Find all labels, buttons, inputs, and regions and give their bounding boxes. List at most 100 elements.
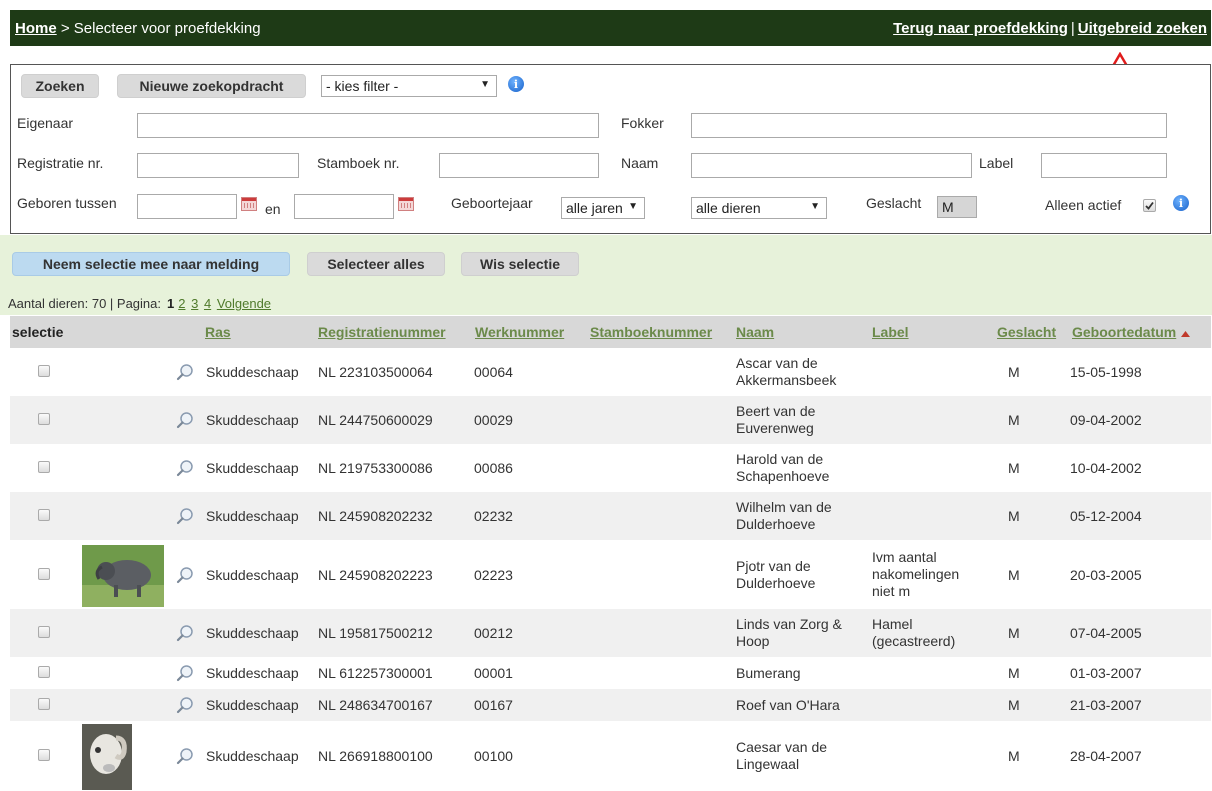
- table-row[interactable]: Skuddeschaap NL 244750600029 00029 Beert va…: [10, 396, 1211, 444]
- work-number-cell: 02232: [474, 508, 513, 524]
- owner-input[interactable]: [137, 113, 599, 138]
- animals-select[interactable]: alle dieren ▼: [691, 197, 827, 219]
- name-input[interactable]: [691, 153, 972, 178]
- row-select-checkbox[interactable]: [38, 626, 50, 638]
- gender-cell: M: [1008, 697, 1020, 713]
- breadcrumb-home-link[interactable]: Home: [15, 20, 57, 37]
- breadcrumb-current: > Selecteer voor proefdekking: [56, 20, 261, 37]
- sheep-photo[interactable]: [82, 545, 164, 607]
- registration-input[interactable]: [137, 153, 299, 178]
- magnifier-icon[interactable]: [176, 624, 194, 642]
- birth-date-cell: 09-04-2002: [1070, 412, 1142, 428]
- column-name[interactable]: Naam: [736, 324, 774, 340]
- clear-selection-button[interactable]: Wis selectie: [461, 252, 579, 276]
- info-icon[interactable]: i: [508, 76, 524, 92]
- breeder-label: Fokker: [621, 115, 664, 131]
- magnifier-icon[interactable]: [176, 411, 194, 429]
- table-row[interactable]: Skuddeschaap NL 612257300001 00001 Bumerang…: [10, 657, 1211, 689]
- label-cell: Ivm aantal nakomelingen niet m: [872, 549, 960, 599]
- work-number-cell: 00029: [474, 412, 513, 428]
- magnifier-icon[interactable]: [176, 696, 194, 714]
- registration-number-cell: NL 245908202223: [318, 566, 433, 583]
- chevron-down-icon: ▼: [810, 201, 820, 212]
- table-row[interactable]: Skuddeschaap NL 245908202223 02223 Pjotr va…: [10, 540, 1211, 609]
- born-to-input[interactable]: [294, 194, 394, 219]
- select-all-button[interactable]: Selecteer alles: [307, 252, 445, 276]
- row-select-checkbox[interactable]: [38, 509, 50, 521]
- row-select-checkbox[interactable]: [38, 749, 50, 761]
- sheep-photo[interactable]: [82, 724, 132, 790]
- birth-year-select[interactable]: alle jaren ▼: [561, 197, 645, 219]
- birth-date-cell: 01-03-2007: [1070, 665, 1142, 681]
- filter-select[interactable]: - kies filter - ▼: [321, 75, 497, 97]
- table-row[interactable]: Skuddeschaap NL 195817500212 00212 Linds va…: [10, 609, 1211, 657]
- magnifier-icon[interactable]: [176, 664, 194, 682]
- row-select-checkbox[interactable]: [38, 698, 50, 710]
- table-row[interactable]: Skuddeschaap NL 223103500064 00064 Ascar va…: [10, 348, 1211, 396]
- work-number-cell: 00001: [474, 665, 513, 681]
- breed-cell: Skuddeschaap: [206, 364, 299, 380]
- table-row[interactable]: Skuddeschaap NL 219753300086 00086 Harold v…: [10, 444, 1211, 492]
- column-birth-date[interactable]: Geboortedatum: [1072, 324, 1176, 340]
- magnifier-icon[interactable]: [176, 507, 194, 525]
- born-from-input[interactable]: [137, 194, 237, 219]
- birth-year-label: Geboortejaar: [451, 195, 533, 211]
- name-cell: Roef van O'Hara: [736, 696, 840, 713]
- name-cell: Ascar van de Akkermansbeek: [736, 355, 837, 388]
- column-gender[interactable]: Geslacht: [997, 324, 1056, 340]
- row-select-checkbox[interactable]: [38, 461, 50, 473]
- advanced-search-link[interactable]: Uitgebreid zoeken: [1078, 20, 1207, 37]
- back-to-test-mating-link[interactable]: Terug naar proefdekking: [893, 20, 1068, 37]
- breed-cell: Skuddeschaap: [206, 748, 299, 764]
- breeder-input[interactable]: [691, 113, 1167, 138]
- registration-number-cell: NL 248634700167: [318, 697, 433, 713]
- table-row[interactable]: Skuddeschaap NL 248634700167 00167 Roef van…: [10, 689, 1211, 721]
- column-label[interactable]: Label: [872, 324, 909, 340]
- search-button[interactable]: Zoeken: [21, 74, 99, 98]
- gender-field[interactable]: M: [937, 196, 977, 218]
- work-number-cell: 02223: [474, 566, 513, 583]
- studbook-input[interactable]: [439, 153, 599, 178]
- column-registration-number[interactable]: Registratienummer: [318, 324, 446, 340]
- column-studbook-number[interactable]: Stamboeknummer: [590, 324, 712, 340]
- magnifier-icon[interactable]: [176, 747, 194, 765]
- chevron-down-icon: ▼: [480, 79, 490, 90]
- link-separator: |: [1070, 20, 1075, 37]
- column-breed[interactable]: Ras: [205, 324, 231, 340]
- calendar-icon[interactable]: [398, 197, 414, 211]
- page-link[interactable]: 4: [204, 296, 211, 311]
- info-icon[interactable]: i: [1173, 195, 1189, 211]
- table-row[interactable]: Skuddeschaap NL 266918800100 00100 Caesar v…: [10, 721, 1211, 791]
- label-label: Label: [979, 155, 1014, 171]
- active-only-checkbox[interactable]: [1143, 199, 1156, 212]
- table-row[interactable]: Skuddeschaap NL 245908202232 02232 Wilhelm …: [10, 492, 1211, 540]
- name-cell: Wilhelm van de Dulderhoeve: [736, 499, 832, 532]
- registration-number-cell: NL 245908202232: [318, 508, 433, 524]
- magnifier-icon[interactable]: [176, 459, 194, 477]
- page-link[interactable]: 3: [191, 296, 198, 311]
- birth-date-cell: 05-12-2004: [1070, 508, 1142, 524]
- row-select-checkbox[interactable]: [38, 413, 50, 425]
- magnifier-icon[interactable]: [176, 363, 194, 381]
- gender-cell: M: [1008, 364, 1020, 380]
- label-input[interactable]: [1041, 153, 1167, 178]
- calendar-icon[interactable]: [241, 197, 257, 211]
- gender-cell: M: [1008, 625, 1020, 641]
- row-select-checkbox[interactable]: [38, 365, 50, 377]
- registration-number-cell: NL 223103500064: [318, 364, 433, 380]
- next-page-link[interactable]: Volgende: [217, 296, 271, 311]
- birth-date-cell: 21-03-2007: [1070, 697, 1142, 713]
- breadcrumb: Home > Selecteer voor proefdekking: [15, 20, 261, 37]
- checkmark-icon: [1145, 201, 1154, 210]
- pagination: Aantal dieren: 70 | Pagina: 1 2 3 4 Volgen…: [8, 296, 273, 311]
- take-selection-button[interactable]: Neem selectie mee naar melding: [12, 252, 290, 276]
- row-select-checkbox[interactable]: [38, 567, 50, 580]
- work-number-cell: 00212: [474, 625, 513, 641]
- page-link[interactable]: 2: [178, 296, 185, 311]
- magnifier-icon[interactable]: [176, 566, 194, 584]
- column-work-number[interactable]: Werknummer: [475, 324, 564, 340]
- gender-cell: M: [1008, 748, 1020, 764]
- new-search-button[interactable]: Nieuwe zoekopdracht: [117, 74, 306, 98]
- row-select-checkbox[interactable]: [38, 666, 50, 678]
- animals-select-value: alle dieren: [696, 200, 761, 216]
